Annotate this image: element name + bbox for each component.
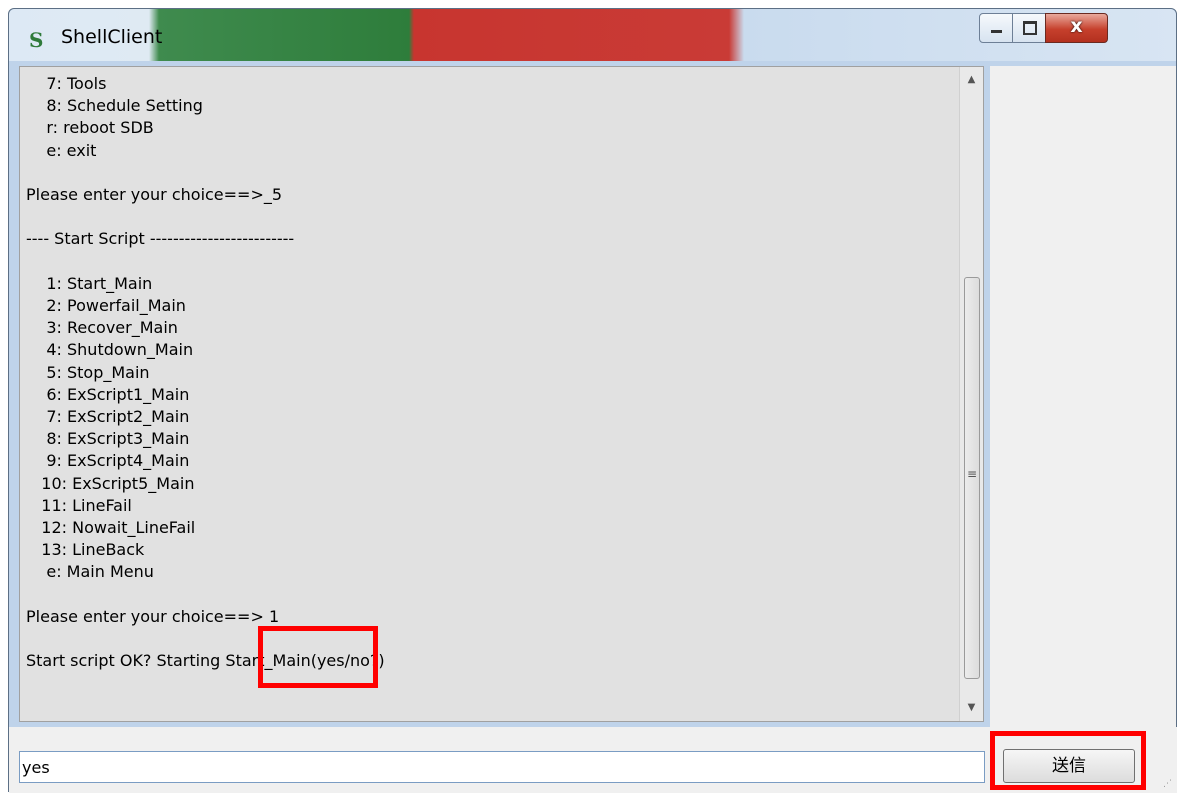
console-line: 8: ExScript3_Main <box>26 429 190 449</box>
side-panel <box>990 66 1176 734</box>
console-line: 1: Start_Main <box>26 273 153 293</box>
console-line: ---- Start Script ----------------------… <box>26 229 295 249</box>
minimize-button[interactable] <box>979 13 1013 43</box>
console-line: Please enter your choice==> 1 <box>26 606 280 626</box>
console-line: 8: Schedule Setting <box>26 96 203 116</box>
console-line: e: Main Menu <box>26 562 154 582</box>
console-line: Start script OK? Starting Start_Main(yes… <box>26 651 385 671</box>
minimize-icon <box>991 30 1002 33</box>
console-line: 11: LineFail <box>26 495 132 515</box>
command-input[interactable] <box>19 751 985 783</box>
console-line: 5: Stop_Main <box>26 362 150 382</box>
scroll-up-arrow-icon[interactable]: ▲ <box>960 69 983 91</box>
window-title: ShellClient <box>61 26 163 48</box>
maximize-button[interactable] <box>1012 13 1046 43</box>
console-line: 3: Recover_Main <box>26 318 178 338</box>
close-button[interactable]: x <box>1045 13 1108 43</box>
console-line: r: reboot SDB <box>26 118 154 138</box>
send-button[interactable]: 送信 <box>1003 749 1135 783</box>
console-line: 2: Powerfail_Main <box>26 296 186 316</box>
console-line: Please enter your choice==>_5 <box>26 185 283 205</box>
resize-grip-icon[interactable]: ⋰ <box>1163 779 1172 789</box>
console-line: 13: LineBack <box>26 540 145 560</box>
console-line: 6: ExScript1_Main <box>26 384 190 404</box>
input-area: 送信 ⋰ <box>9 727 1177 793</box>
console-line: 9: ExScript4_Main <box>26 451 190 471</box>
console-line: 10: ExScript5_Main <box>26 473 195 493</box>
console-output[interactable]: 7: Tools 8: Schedule Setting r: reboot S… <box>19 66 984 722</box>
console-text: 7: Tools 8: Schedule Setting r: reboot S… <box>26 73 958 717</box>
scroll-thumb[interactable]: ≡ <box>964 277 980 679</box>
title-bar[interactable]: S ShellClient x <box>9 9 1176 61</box>
console-line: 7: Tools <box>26 74 107 93</box>
console-line: 4: Shutdown_Main <box>26 340 194 360</box>
console-line: e: exit <box>26 140 97 160</box>
maximize-icon <box>1023 21 1037 35</box>
shellclient-window: S ShellClient x 7: Tools 8: Schedule Set… <box>8 8 1177 793</box>
scroll-grip-icon: ≡ <box>966 467 978 481</box>
close-icon: x <box>1070 15 1083 37</box>
app-logo-icon: S <box>29 28 44 52</box>
vertical-scrollbar[interactable]: ▲ ≡ ▼ <box>959 67 983 721</box>
scroll-down-arrow-icon[interactable]: ▼ <box>960 697 983 719</box>
console-line: 7: ExScript2_Main <box>26 407 190 427</box>
console-line: 12: Nowait_LineFail <box>26 518 196 538</box>
